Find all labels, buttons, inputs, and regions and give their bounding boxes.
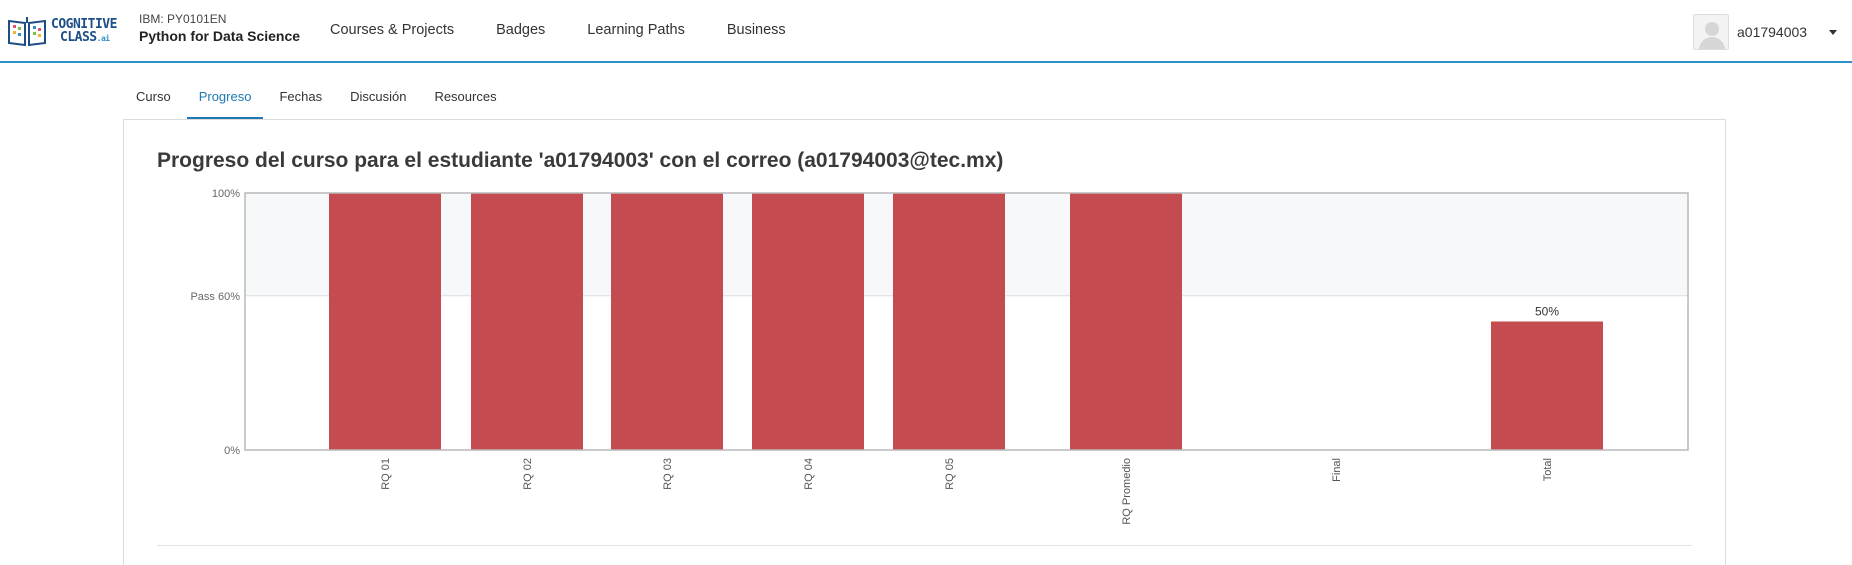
bar-rq-promedio: [1070, 193, 1182, 450]
bar-rq-05: [893, 193, 1005, 450]
bar-rq-03: [611, 193, 723, 450]
x-tick-label: RQ 05: [944, 458, 956, 490]
bar-rq-01: [329, 193, 441, 450]
bar-rq-02: [471, 193, 583, 450]
x-tick-label: RQ 02: [522, 458, 534, 490]
bar-total: [1491, 321, 1603, 450]
section-divider: [157, 545, 1692, 546]
y-tick-label: 100%: [212, 188, 240, 200]
y-tick-label: 0%: [224, 445, 240, 457]
data-label: 50%: [1535, 305, 1559, 319]
x-tick-label: Total: [1542, 458, 1554, 481]
bar-rq-04: [752, 193, 864, 450]
y-tick-label: Pass 60%: [190, 291, 240, 303]
x-tick-label: RQ 04: [803, 458, 815, 490]
x-tick-label: RQ 03: [662, 458, 674, 490]
x-tick-label: RQ Promedio: [1121, 458, 1133, 525]
progress-chart: RQ 01 RQ 02 RQ 03 RQ 04 RQ 05 RQ Promedio Fina…: [190, 188, 1689, 525]
x-tick-label: Final: [1331, 458, 1343, 482]
x-tick-label: RQ 01: [380, 458, 392, 490]
